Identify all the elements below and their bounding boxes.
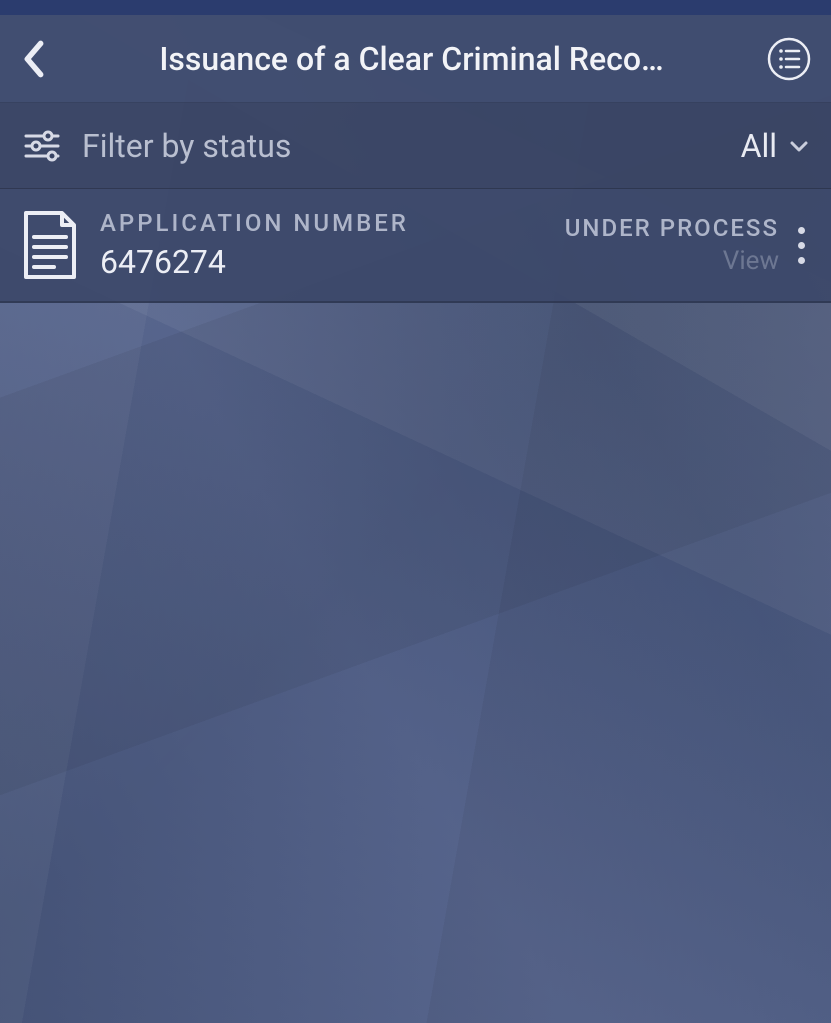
dot-icon bbox=[798, 242, 805, 249]
application-number-label: APPLICATION NUMBER bbox=[100, 209, 565, 237]
filter-value-text: All bbox=[741, 127, 777, 165]
menu-button[interactable] bbox=[765, 35, 813, 83]
filter-label: Filter by status bbox=[82, 127, 741, 165]
filter-status-dropdown[interactable]: All bbox=[741, 127, 811, 165]
application-status: UNDER PROCESS bbox=[565, 214, 779, 242]
dot-icon bbox=[798, 257, 805, 264]
dot-icon bbox=[798, 227, 805, 234]
chevron-left-icon bbox=[20, 39, 48, 79]
list-item[interactable]: APPLICATION NUMBER 6476274 UNDER PROCESS… bbox=[0, 189, 831, 303]
filter-bar: Filter by status All bbox=[0, 103, 831, 189]
item-main: APPLICATION NUMBER 6476274 bbox=[100, 209, 565, 281]
filter-sliders-icon bbox=[20, 124, 64, 168]
back-button[interactable] bbox=[10, 35, 58, 83]
page-title: Issuance of a Clear Criminal Reco… bbox=[58, 40, 765, 78]
list-circle-icon bbox=[767, 37, 811, 81]
status-bar-strip bbox=[0, 0, 831, 15]
chevron-down-icon bbox=[787, 134, 811, 158]
document-icon bbox=[18, 209, 82, 281]
item-right: UNDER PROCESS View bbox=[565, 214, 779, 276]
item-more-button[interactable] bbox=[789, 217, 813, 273]
app-header: Issuance of a Clear Criminal Reco… bbox=[0, 15, 831, 103]
view-action-label: View bbox=[723, 246, 779, 276]
applications-list: APPLICATION NUMBER 6476274 UNDER PROCESS… bbox=[0, 189, 831, 303]
application-number-value: 6476274 bbox=[100, 243, 565, 281]
